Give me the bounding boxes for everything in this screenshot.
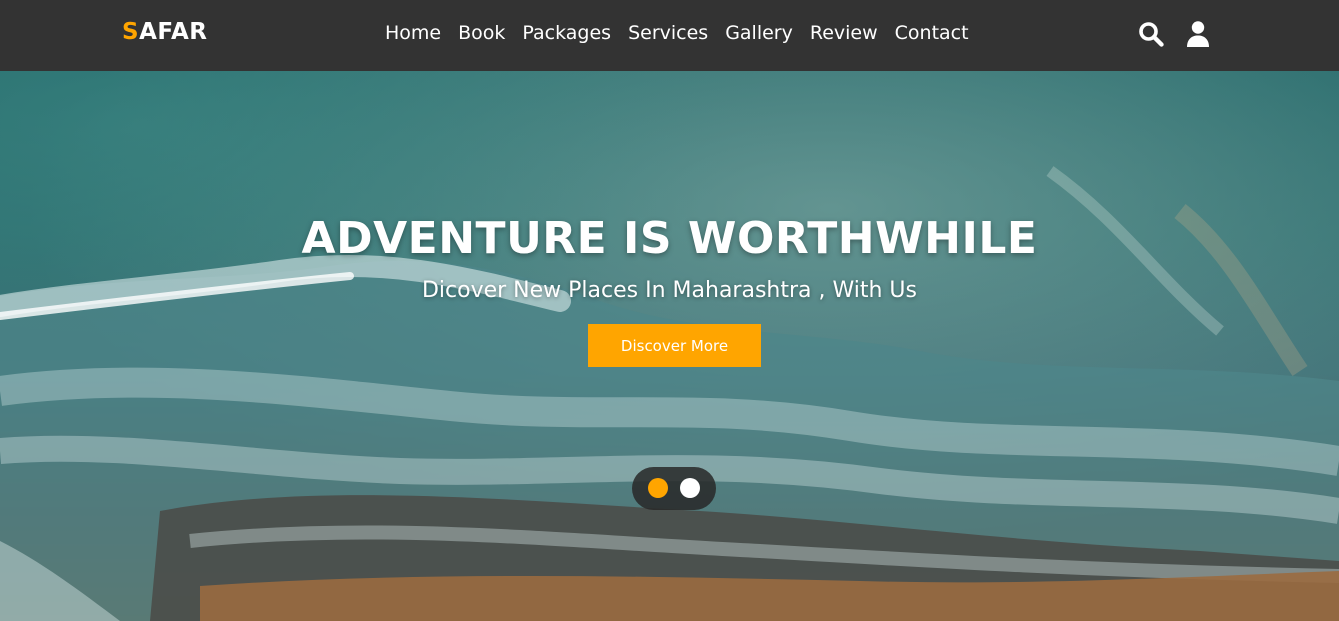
slide-dot[interactable] <box>680 478 700 498</box>
nav-link-review[interactable]: Review <box>810 22 878 44</box>
nav-icons <box>1137 20 1212 48</box>
discover-more-button[interactable]: Discover More <box>588 324 761 367</box>
search-icon[interactable] <box>1137 20 1165 48</box>
nav-link-contact[interactable]: Contact <box>895 22 969 44</box>
nav-link-home[interactable]: Home <box>385 22 441 44</box>
nav-link-services[interactable]: Services <box>628 22 708 44</box>
navbar: SAFAR Home Book Packages Services Galler… <box>0 0 1339 71</box>
brand-logo-accent-letter: S <box>122 19 140 45</box>
hero-subtitle: Dicover New Places In Maharashtra , With… <box>421 278 917 303</box>
hero-title: ADVENTURE IS WORTHWHILE <box>301 213 1038 264</box>
brand-logo[interactable]: SAFAR <box>122 19 207 45</box>
hero-section: ADVENTURE IS WORTHWHILE Dicover New Plac… <box>0 71 1339 621</box>
nav-link-gallery[interactable]: Gallery <box>725 22 793 44</box>
slide-dot-active[interactable] <box>648 478 668 498</box>
user-icon[interactable] <box>1184 20 1212 48</box>
brand-logo-text: AFAR <box>139 19 208 45</box>
slider-controls <box>632 467 716 510</box>
nav-link-book[interactable]: Book <box>458 22 505 44</box>
nav-links: Home Book Packages Services Gallery Revi… <box>385 22 986 44</box>
nav-link-packages[interactable]: Packages <box>522 22 611 44</box>
